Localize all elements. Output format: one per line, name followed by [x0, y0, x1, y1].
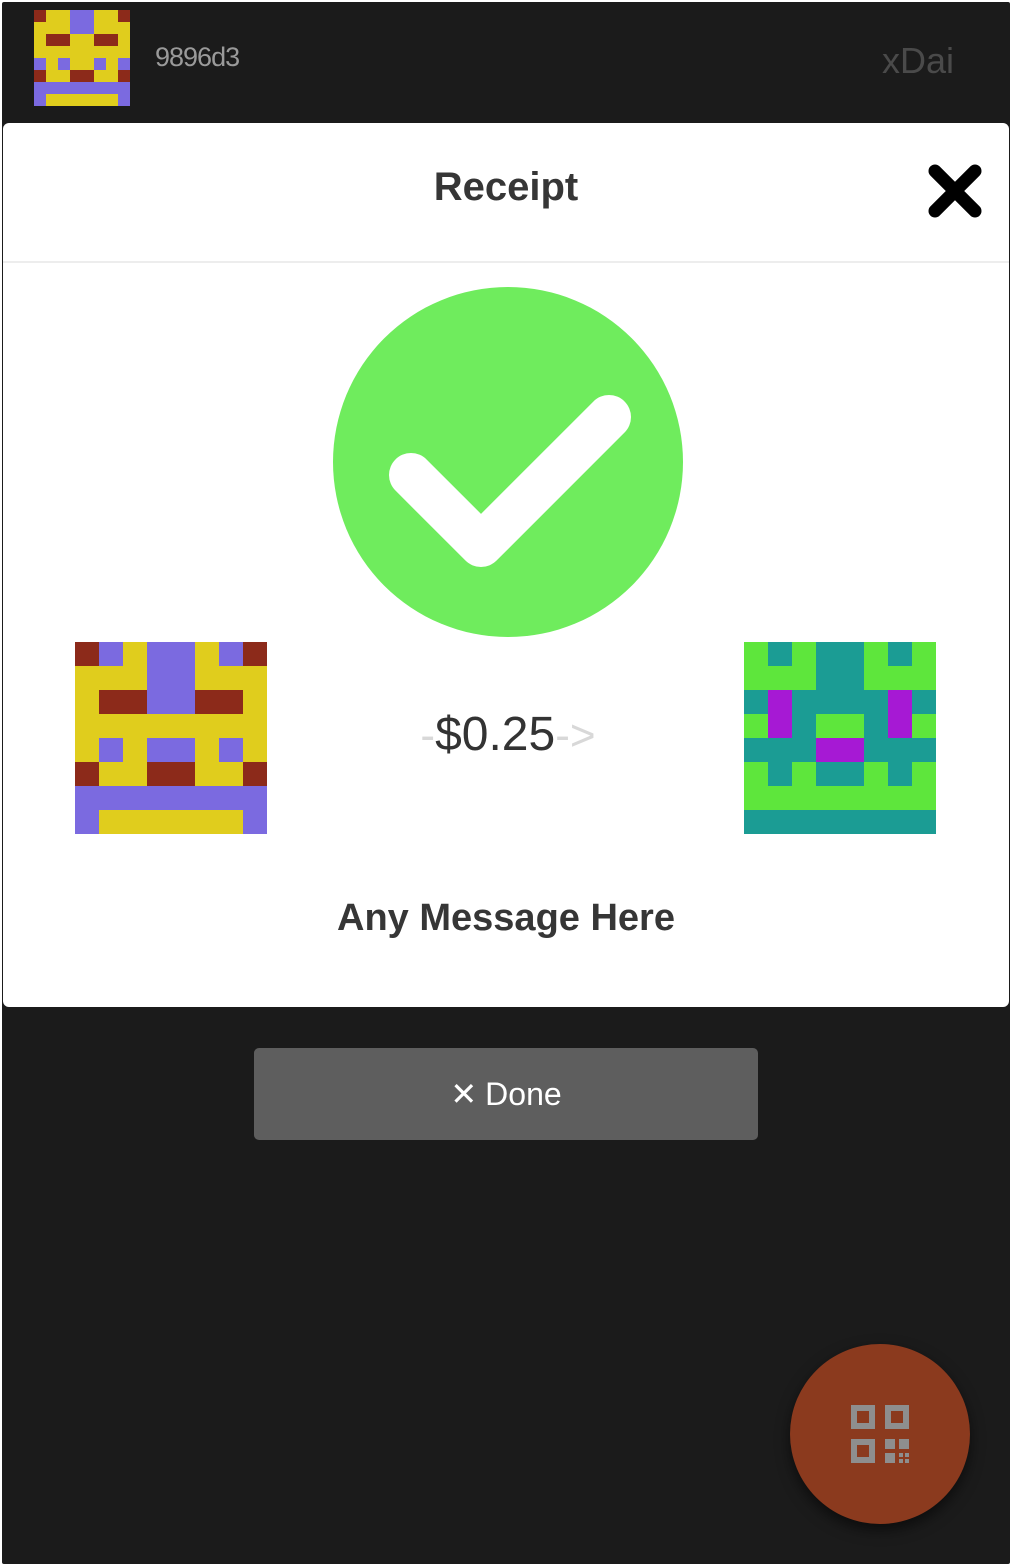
network-label: xDai	[881, 40, 954, 81]
receipt-card: Receipt -$0.25-> Any Message Here	[3, 123, 1009, 1007]
receipt-header: Receipt	[3, 123, 1009, 263]
account-address[interactable]: 9896d3	[155, 42, 240, 73]
account-avatar[interactable]	[34, 10, 130, 106]
qr-code-icon	[851, 1405, 909, 1463]
sender-avatar	[75, 642, 267, 834]
arrow-right: ->	[555, 711, 596, 760]
payment-amount: $0.25	[435, 708, 556, 761]
close-small-icon: ✕	[450, 1076, 478, 1112]
recipient-avatar	[744, 642, 936, 834]
done-button[interactable]: ✕ Done	[254, 1048, 758, 1140]
top-bar: 9896d3 xDai	[2, 2, 1010, 124]
amount-row: -$0.25->	[283, 707, 733, 762]
arrow-left: -	[420, 711, 436, 760]
check-circle-icon	[333, 287, 683, 637]
close-icon[interactable]	[923, 159, 987, 223]
receipt-title: Receipt	[433, 165, 579, 209]
done-label: Done	[485, 1075, 562, 1112]
scan-qr-button[interactable]	[790, 1344, 970, 1524]
receipt-message: Any Message Here	[337, 897, 675, 939]
app-frame: 9896d3 xDai Receipt -$0.25-> Any Message…	[2, 2, 1010, 1564]
